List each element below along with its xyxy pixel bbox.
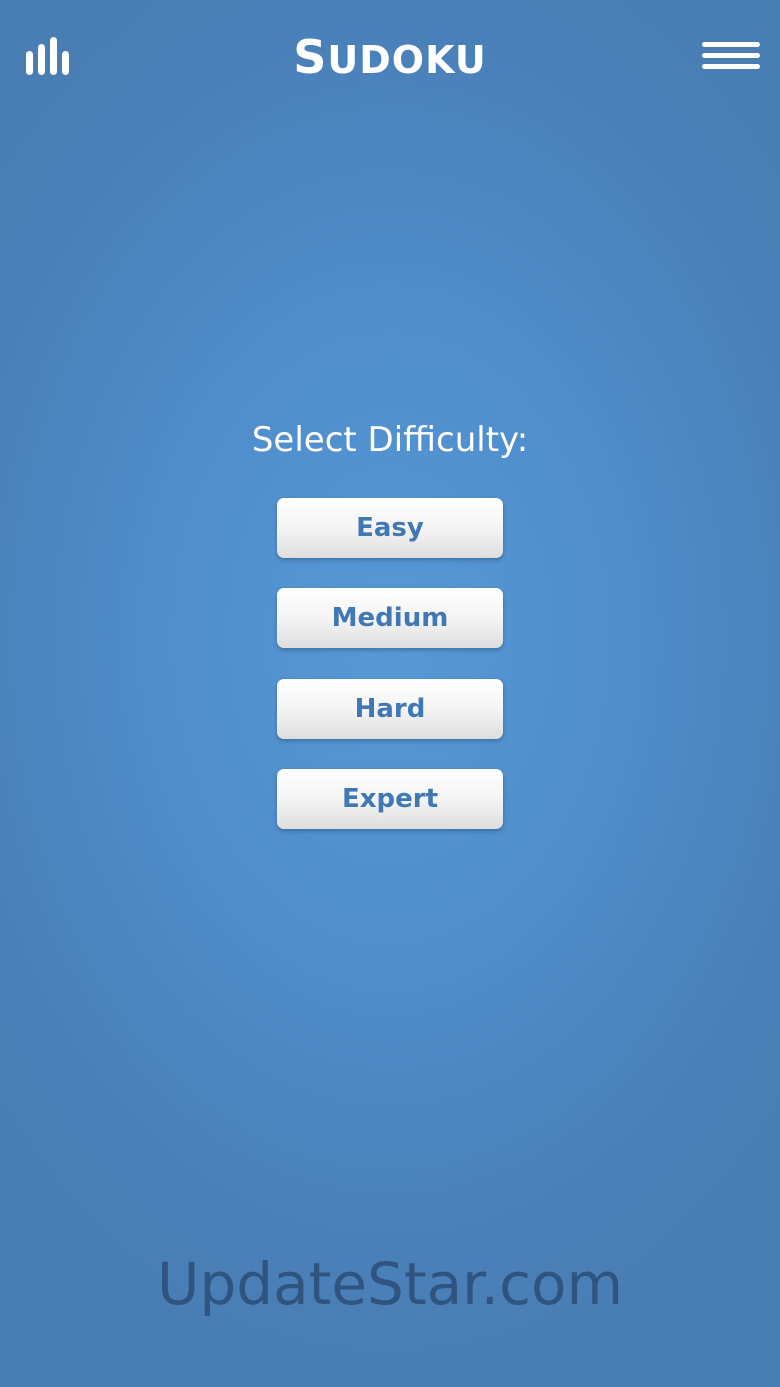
select-difficulty-heading: Select Difficulty: [251,420,529,460]
expert-button[interactable]: Expert [277,769,503,829]
hamburger-menu-icon[interactable] [702,42,760,70]
easy-button[interactable]: Easy [277,498,503,558]
hard-button[interactable]: Hard [277,679,503,739]
app-title-initial: S [293,30,328,84]
medium-button[interactable]: Medium [277,588,503,648]
watermark-text: UpdateStar.com [157,1250,623,1318]
app-title-rest: UDOKU [327,38,487,82]
app-title: SUDOKU [0,30,780,87]
header-bar: SUDOKU [0,0,780,115]
